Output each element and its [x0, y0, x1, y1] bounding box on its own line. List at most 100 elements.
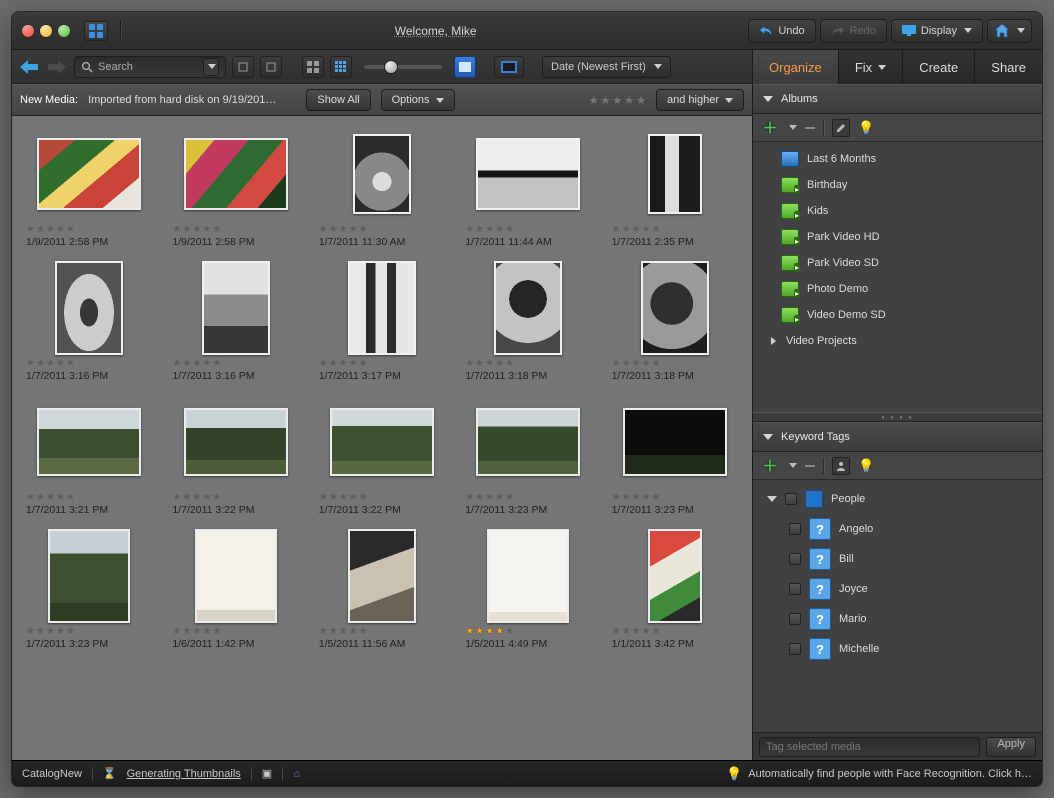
- thumbnail-cell[interactable]: ★★★★★1/7/2011 3:23 PM: [16, 524, 162, 658]
- albums-tree[interactable]: Last 6 MonthsBirthdayKidsPark Video HDPa…: [753, 142, 1042, 412]
- thumbnail-cell[interactable]: ★★★★★1/7/2011 3:18 PM: [602, 256, 748, 390]
- thumbnail-cell[interactable]: ★★★★★1/7/2011 3:22 PM: [309, 390, 455, 524]
- thumbnail-image[interactable]: [494, 261, 562, 355]
- display-menu[interactable]: Display: [891, 19, 983, 43]
- apply-button[interactable]: Apply: [986, 737, 1036, 757]
- sort-menu[interactable]: Date (Newest First): [542, 56, 671, 78]
- album-item[interactable]: Video Demo SD: [763, 302, 1038, 328]
- checkbox[interactable]: [789, 643, 801, 655]
- rotate-ccw-button[interactable]: [232, 56, 254, 78]
- thumbnail-cell[interactable]: ★★★★★1/7/2011 11:30 AM: [309, 122, 455, 256]
- thumbnail-image[interactable]: [648, 529, 702, 623]
- checkbox[interactable]: [789, 583, 801, 595]
- app-switcher-button[interactable]: [84, 21, 108, 41]
- rating-stars[interactable]: ★★★★★: [604, 492, 661, 503]
- search-input[interactable]: Search: [74, 56, 226, 78]
- thumbnail-image[interactable]: [641, 261, 709, 355]
- zoom-slider[interactable]: [364, 65, 442, 69]
- thumbnail-cell[interactable]: ★★★★★1/9/2011 2:58 PM: [162, 122, 308, 256]
- fullscreen-button[interactable]: [494, 56, 524, 78]
- tab-share[interactable]: Share: [974, 50, 1042, 84]
- thumbnail-cell[interactable]: ★★★★★1/1/2011 3:42 PM: [602, 524, 748, 658]
- thumbnail-cell[interactable]: ★★★★★1/5/2011 4:49 PM: [455, 524, 601, 658]
- search-options-button[interactable]: [203, 58, 219, 76]
- album-item[interactable]: Birthday: [763, 172, 1038, 198]
- tag-group[interactable]: 👤People: [761, 484, 1038, 514]
- thumbnail-cell[interactable]: ★★★★★1/7/2011 3:23 PM: [455, 390, 601, 524]
- show-all-button[interactable]: Show All: [306, 89, 370, 111]
- thumbnail-image[interactable]: [623, 408, 727, 476]
- nav-back-button[interactable]: [18, 58, 40, 76]
- tab-fix[interactable]: Fix: [838, 50, 902, 84]
- status-icon[interactable]: ▣: [262, 767, 272, 780]
- rating-stars[interactable]: ★★★★★: [457, 358, 514, 369]
- rating-stars[interactable]: ★★★★★: [604, 358, 661, 369]
- thumbnail-cell[interactable]: ★★★★★1/7/2011 2:35 PM: [602, 122, 748, 256]
- people-view-button[interactable]: [832, 457, 850, 475]
- status-hint[interactable]: Automatically find people with Face Reco…: [748, 768, 1032, 780]
- thumbnail-cell[interactable]: ★★★★★1/7/2011 3:21 PM: [16, 390, 162, 524]
- checkbox[interactable]: [789, 553, 801, 565]
- welcome-link[interactable]: Welcome, Mike: [133, 24, 738, 38]
- tags-header[interactable]: Keyword Tags: [753, 422, 1042, 452]
- thumbnail-image[interactable]: [37, 138, 141, 210]
- minimize-window-button[interactable]: [40, 25, 52, 37]
- view-grid-small-button[interactable]: [302, 56, 324, 78]
- rating-stars[interactable]: ★★★★★: [311, 358, 368, 369]
- undo-button[interactable]: Undo: [748, 19, 815, 43]
- thumbnail-grid[interactable]: ★★★★★1/9/2011 2:58 PM★★★★★1/9/2011 2:58 …: [12, 116, 752, 760]
- rating-stars[interactable]: ★★★★★: [604, 224, 661, 235]
- rating-stars[interactable]: ★★★★★: [164, 492, 221, 503]
- tip-icon[interactable]: 💡: [858, 458, 874, 474]
- thumbnail-image[interactable]: [348, 261, 416, 355]
- thumbnail-image[interactable]: [48, 529, 130, 623]
- checkbox[interactable]: [789, 523, 801, 535]
- thumbnail-image[interactable]: [184, 408, 288, 476]
- rating-stars[interactable]: ★★★★★: [18, 224, 75, 235]
- status-home-icon[interactable]: ⌂: [293, 768, 300, 780]
- thumbnail-cell[interactable]: ★★★★★1/7/2011 11:44 AM: [455, 122, 601, 256]
- rating-stars[interactable]: ★★★★★: [164, 626, 221, 637]
- thumbnail-cell[interactable]: ★★★★★1/7/2011 3:17 PM: [309, 256, 455, 390]
- thumbnail-image[interactable]: [353, 134, 411, 214]
- album-item[interactable]: Park Video SD: [763, 250, 1038, 276]
- view-single-button[interactable]: [454, 56, 476, 78]
- options-menu[interactable]: Options: [381, 89, 455, 111]
- checkbox[interactable]: [789, 613, 801, 625]
- rating-stars[interactable]: ★★★★★: [164, 358, 221, 369]
- thumbnail-image[interactable]: [195, 529, 277, 623]
- panel-resize-handle[interactable]: • • • •: [753, 412, 1042, 422]
- thumbnail-image[interactable]: [55, 261, 123, 355]
- rating-stars[interactable]: ★★★★★: [311, 492, 368, 503]
- album-item[interactable]: Video Projects: [763, 328, 1038, 354]
- albums-header[interactable]: Albums: [753, 84, 1042, 114]
- thumbnail-image[interactable]: [184, 138, 288, 210]
- rating-stars[interactable]: ★★★★★: [18, 358, 75, 369]
- remove-album-button[interactable]: [805, 127, 815, 129]
- thumbnail-cell[interactable]: ★★★★★1/7/2011 3:22 PM: [162, 390, 308, 524]
- nav-forward-button[interactable]: [46, 58, 68, 76]
- rating-stars[interactable]: ★★★★★: [604, 626, 661, 637]
- redo-button[interactable]: Redo: [820, 19, 887, 43]
- thumbnail-image[interactable]: [202, 261, 270, 355]
- tag-item[interactable]: ?Bill: [761, 544, 1038, 574]
- thumbnail-image[interactable]: [476, 408, 580, 476]
- thumbnail-image[interactable]: [330, 408, 434, 476]
- tags-tree[interactable]: 👤People?Angelo?Bill?Joyce?Mario?Michelle: [753, 480, 1042, 732]
- rating-stars[interactable]: ★★★★★: [311, 224, 368, 235]
- thumbnail-cell[interactable]: ★★★★★1/5/2011 11:56 AM: [309, 524, 455, 658]
- rating-stars[interactable]: ★★★★★: [457, 492, 514, 503]
- thumbnail-image[interactable]: [648, 134, 702, 214]
- tag-item[interactable]: ?Joyce: [761, 574, 1038, 604]
- close-window-button[interactable]: [22, 25, 34, 37]
- thumbnail-cell[interactable]: ★★★★★1/6/2011 1:42 PM: [162, 524, 308, 658]
- thumbnail-image[interactable]: [348, 529, 416, 623]
- rating-stars[interactable]: ★★★★★: [18, 626, 75, 637]
- tip-icon[interactable]: 💡: [858, 120, 874, 136]
- tag-item[interactable]: ?Angelo: [761, 514, 1038, 544]
- rating-stars[interactable]: ★★★★★: [311, 626, 368, 637]
- zoom-window-button[interactable]: [58, 25, 70, 37]
- album-item[interactable]: Park Video HD: [763, 224, 1038, 250]
- thumbnail-cell[interactable]: ★★★★★1/7/2011 3:16 PM: [162, 256, 308, 390]
- rating-stars[interactable]: ★★★★★: [164, 224, 221, 235]
